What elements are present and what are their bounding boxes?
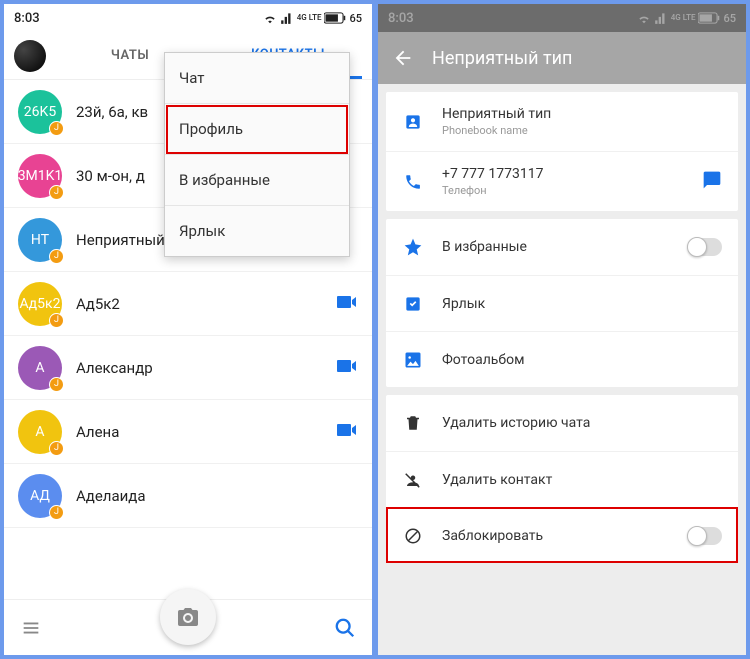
contact-avatar: 3M1K1J bbox=[18, 154, 62, 198]
phone-number: +7 777 1773117 bbox=[442, 166, 684, 182]
menu-chat[interactable]: Чат bbox=[165, 53, 349, 104]
delete-contact-icon bbox=[402, 471, 424, 489]
contact-row[interactable]: АДJ Аделаида bbox=[4, 464, 372, 528]
message-icon[interactable] bbox=[702, 170, 722, 194]
contact-avatar: АДJ bbox=[18, 474, 62, 518]
menu-profile[interactable]: Профиль bbox=[165, 104, 349, 155]
block-icon bbox=[402, 527, 424, 545]
contact-row[interactable]: Ад5к2J Ад5к2 bbox=[4, 272, 372, 336]
profile-header: Неприятный тип bbox=[378, 4, 746, 84]
row-phone[interactable]: +7 777 1773117 Телефон bbox=[386, 151, 738, 211]
contact-row[interactable]: АJ Алена bbox=[4, 400, 372, 464]
status-time: 8:03 bbox=[14, 11, 40, 26]
search-icon[interactable] bbox=[334, 617, 356, 639]
badge-icon: J bbox=[49, 121, 64, 136]
battery-icon bbox=[324, 11, 346, 25]
status-bar: 8:03 4G LTE 65 bbox=[4, 4, 372, 32]
status-right: 4G LTE 65 bbox=[263, 11, 362, 25]
card-info: Неприятный тип Phonebook name +7 777 177… bbox=[386, 92, 738, 211]
video-icon[interactable] bbox=[334, 418, 358, 446]
camera-icon bbox=[176, 605, 200, 629]
badge-icon: J bbox=[49, 377, 64, 392]
contact-name: Неприятный тип bbox=[442, 106, 722, 122]
phone-icon bbox=[402, 173, 424, 191]
badge-icon: J bbox=[49, 313, 64, 328]
contact-name-label: Александр bbox=[76, 359, 320, 377]
card-prefs: В избранные Ярлык Фотоальбом bbox=[386, 219, 738, 387]
shortcut-icon bbox=[402, 294, 424, 314]
contact-avatar: АJ bbox=[18, 346, 62, 390]
badge-icon: J bbox=[49, 185, 64, 200]
back-icon[interactable] bbox=[392, 47, 414, 69]
contact-row[interactable]: АJ Александр bbox=[4, 336, 372, 400]
profile-body: Неприятный тип Phonebook name +7 777 177… bbox=[378, 84, 746, 655]
row-favorite[interactable]: В избранные bbox=[386, 219, 738, 275]
phone-sub: Телефон bbox=[442, 184, 684, 197]
bottom-bar bbox=[4, 599, 372, 655]
trash-icon bbox=[402, 414, 424, 432]
row-delete-history[interactable]: Удалить историю чата bbox=[386, 395, 738, 451]
contact-sub: Phonebook name bbox=[442, 124, 722, 137]
star-icon bbox=[402, 237, 424, 257]
row-name: Неприятный тип Phonebook name bbox=[386, 92, 738, 151]
person-icon bbox=[402, 112, 424, 132]
contact-avatar: Ад5к2J bbox=[18, 282, 62, 326]
card-actions: Удалить историю чата Удалить контакт Заб… bbox=[386, 395, 738, 563]
profile-avatar[interactable] bbox=[14, 40, 46, 72]
wifi-icon bbox=[263, 11, 277, 25]
contact-name-label: Алена bbox=[76, 423, 320, 441]
row-album[interactable]: Фотоальбом bbox=[386, 331, 738, 387]
badge-icon: J bbox=[49, 249, 64, 264]
video-icon[interactable] bbox=[334, 290, 358, 318]
menu-favorite[interactable]: В избранные bbox=[165, 155, 349, 206]
menu-shortcut[interactable]: Ярлык bbox=[165, 206, 349, 256]
badge-icon: J bbox=[49, 505, 64, 520]
contact-avatar: НТJ bbox=[18, 218, 62, 262]
phone-right: 8:03 4G LTE 65 Неприятный тип Неприятный… bbox=[378, 4, 746, 655]
context-menu: Чат Профиль В избранные Ярлык bbox=[164, 52, 350, 257]
phone-left: 8:03 4G LTE 65 ЧАТЫ КОНТАКТЫ 26K5J23й, 6… bbox=[4, 4, 372, 655]
row-shortcut[interactable]: Ярлык bbox=[386, 275, 738, 331]
row-block[interactable]: Заблокировать bbox=[386, 507, 738, 563]
contact-name-label: Ад5к2 bbox=[76, 295, 320, 313]
image-icon bbox=[402, 350, 424, 370]
signal-icon bbox=[280, 11, 294, 25]
page-title: Неприятный тип bbox=[432, 48, 572, 69]
menu-icon[interactable] bbox=[20, 617, 42, 639]
contact-avatar: АJ bbox=[18, 410, 62, 454]
favorite-toggle[interactable] bbox=[688, 238, 722, 256]
badge-icon: J bbox=[49, 441, 64, 456]
contact-avatar: 26K5J bbox=[18, 90, 62, 134]
row-delete-contact[interactable]: Удалить контакт bbox=[386, 451, 738, 507]
video-icon[interactable] bbox=[334, 354, 358, 382]
contact-name-label: Аделаида bbox=[76, 487, 358, 505]
camera-fab[interactable] bbox=[160, 589, 216, 645]
block-toggle[interactable] bbox=[688, 527, 722, 545]
